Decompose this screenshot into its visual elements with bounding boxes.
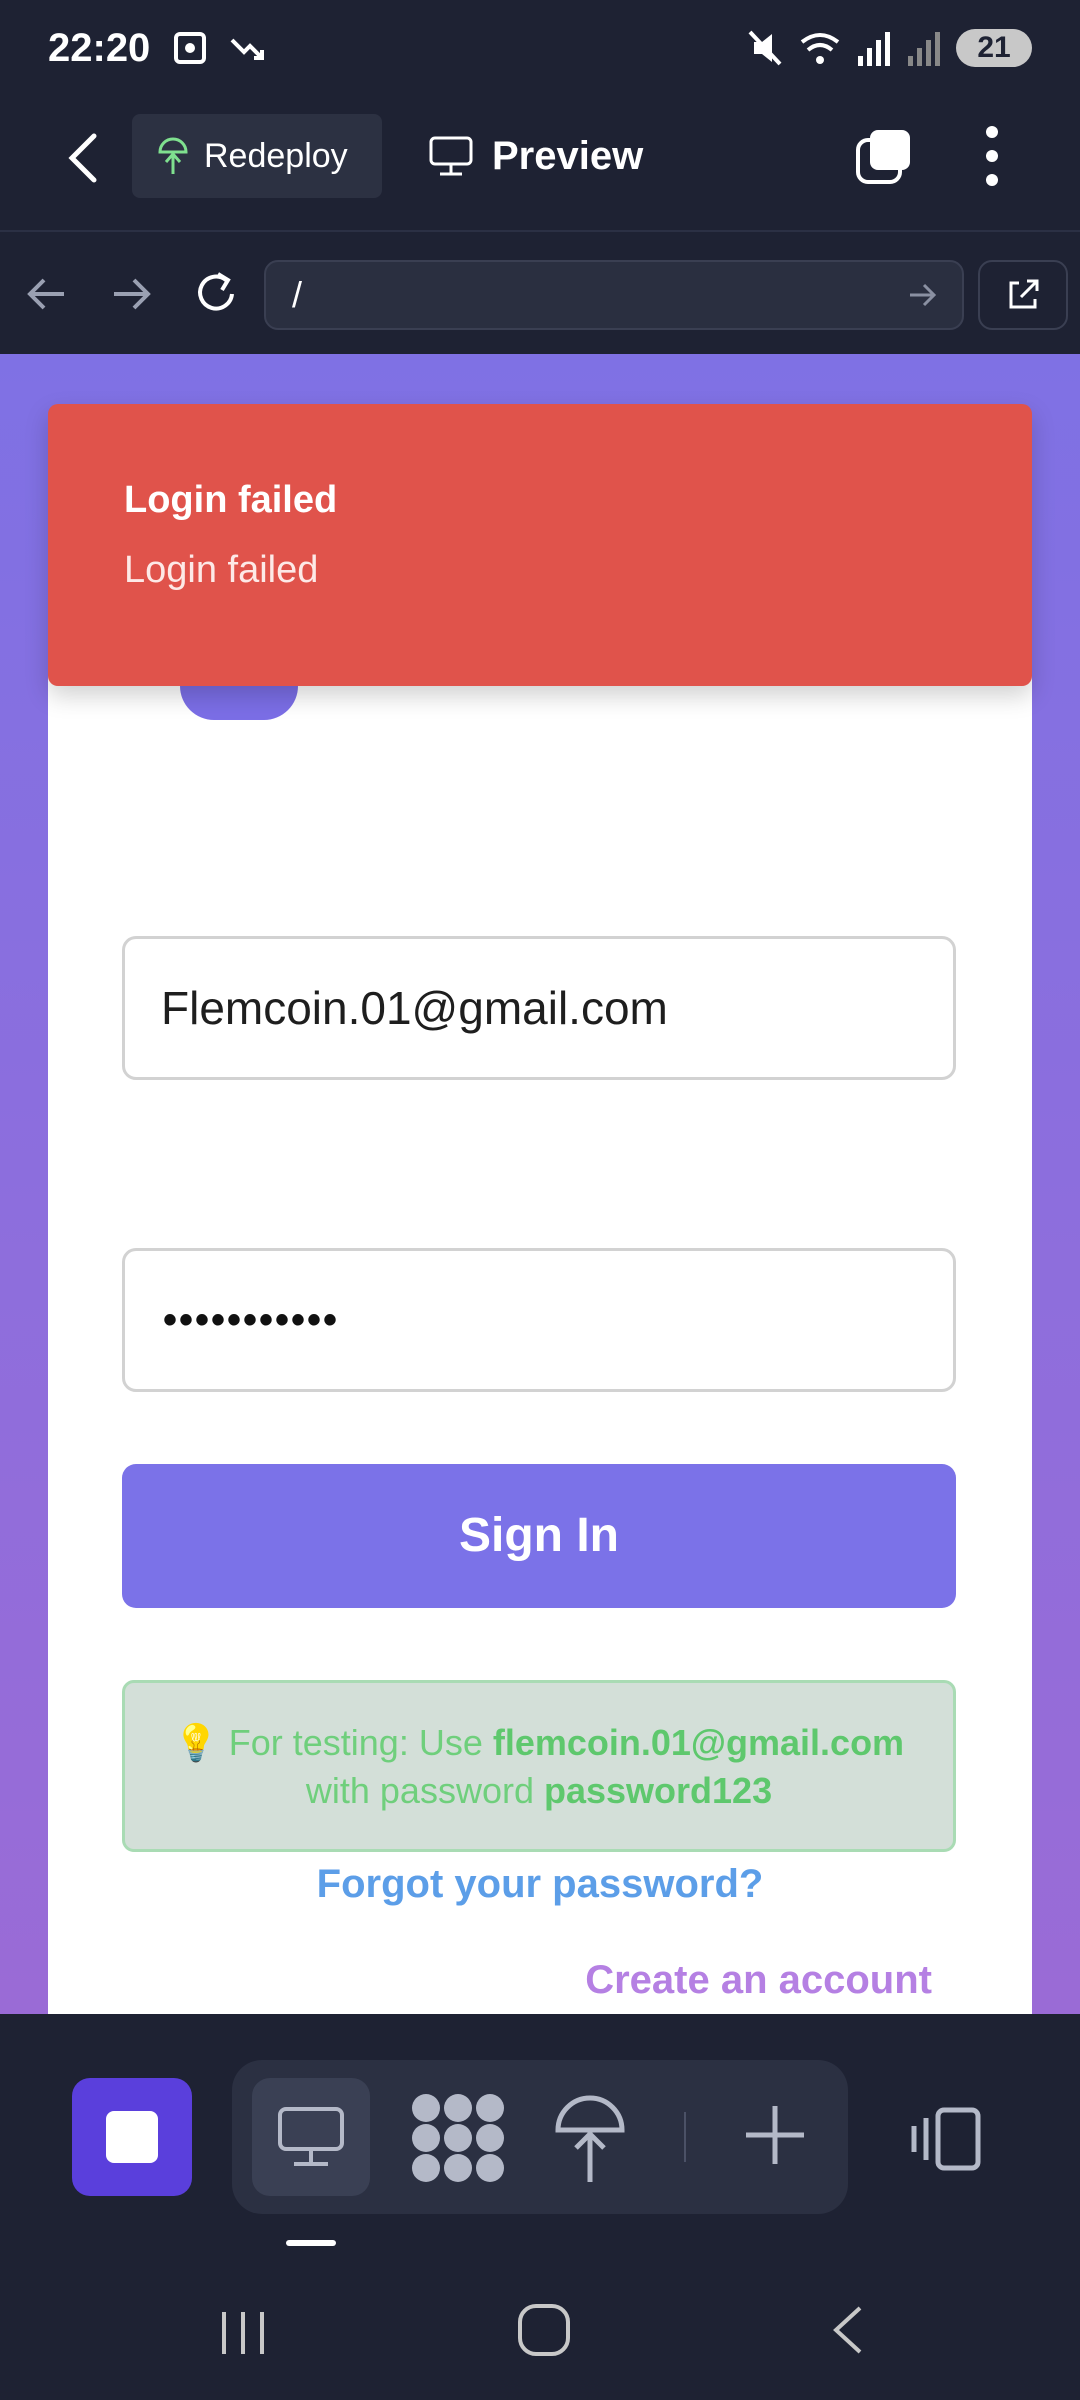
- redeploy-button[interactable]: Redeploy: [132, 114, 382, 198]
- deploy-icon: [158, 137, 188, 174]
- url-value: /: [292, 274, 303, 315]
- status-time: 22:20: [48, 26, 151, 70]
- nav-forward-icon[interactable]: [108, 272, 154, 316]
- home-icon[interactable]: [516, 2302, 572, 2358]
- trend-down-icon: [230, 38, 264, 60]
- screenshot-icon: [174, 32, 206, 64]
- monitor-icon: [278, 2107, 344, 2166]
- create-account-link[interactable]: Create an account: [585, 1950, 932, 2010]
- tool-group: [232, 2060, 848, 2214]
- toast-title: Login failed: [124, 479, 338, 521]
- recents-icon[interactable]: [218, 2304, 268, 2360]
- toast-message: Login failed: [124, 549, 319, 591]
- deploy-icon[interactable]: [550, 2088, 630, 2188]
- open-external-button[interactable]: [978, 260, 1068, 330]
- plus-icon[interactable]: [740, 2100, 810, 2170]
- lightbulb-icon: 💡: [173, 1722, 219, 1763]
- mute-icon: [748, 30, 782, 66]
- reload-icon[interactable]: [192, 268, 240, 318]
- preview-label: Preview: [492, 133, 644, 178]
- error-toast[interactable]: Login failed Login failed: [48, 404, 1032, 686]
- url-input[interactable]: /: [264, 260, 964, 330]
- system-navigation-bar: [0, 2264, 1080, 2400]
- more-options-icon[interactable]: [972, 124, 1012, 188]
- hint-prefix: For testing: Use: [228, 1722, 493, 1763]
- toolbar-divider: [684, 2112, 686, 2162]
- app-header: Redeploy Preview: [0, 100, 1080, 232]
- battery-indicator: 21: [956, 29, 1032, 67]
- split-view-icon[interactable]: [908, 2106, 984, 2172]
- signal-2-icon: [908, 32, 940, 66]
- stop-icon: [106, 2111, 158, 2163]
- stop-button[interactable]: [72, 2078, 192, 2196]
- system-back-icon[interactable]: [826, 2302, 870, 2358]
- hint-email: flemcoin.01@gmail.com: [492, 1722, 905, 1763]
- browser-url-bar: /: [0, 234, 1080, 354]
- hint-password: password123: [543, 1770, 773, 1811]
- monitor-icon: [429, 136, 473, 176]
- bottom-toolbar: [0, 2014, 1080, 2264]
- tabs-icon[interactable]: [854, 128, 914, 186]
- hint-middle: with password: [305, 1770, 544, 1811]
- sign-in-button[interactable]: Sign In: [122, 1464, 956, 1608]
- test-credentials-hint: 💡 For testing: Use flemcoin.01@gmail.com…: [122, 1680, 956, 1852]
- signal-icon: [858, 32, 890, 66]
- redeploy-label: Redeploy: [204, 136, 348, 175]
- back-arrow-icon[interactable]: [60, 130, 110, 186]
- password-field[interactable]: •••••••••••: [122, 1248, 956, 1392]
- status-right-icons: 21: [748, 28, 1032, 68]
- grid-dots-icon[interactable]: [408, 2090, 508, 2186]
- nav-back-icon[interactable]: [24, 272, 70, 316]
- forgot-password-link[interactable]: Forgot your password?: [48, 1854, 1032, 1914]
- preview-button[interactable]: Preview: [428, 114, 643, 198]
- status-bar: 22:20 21: [0, 0, 1080, 100]
- status-left-icons: [170, 28, 268, 68]
- go-arrow-icon[interactable]: [906, 280, 940, 310]
- desktop-view-button[interactable]: [252, 2078, 370, 2196]
- web-page: Flemcoin.01@gmail.com ••••••••••• Sign I…: [0, 354, 1080, 2014]
- wifi-icon: [800, 33, 840, 64]
- active-tab-indicator: [286, 2240, 336, 2246]
- external-link-icon: [1009, 279, 1039, 309]
- email-field[interactable]: Flemcoin.01@gmail.com: [122, 936, 956, 1080]
